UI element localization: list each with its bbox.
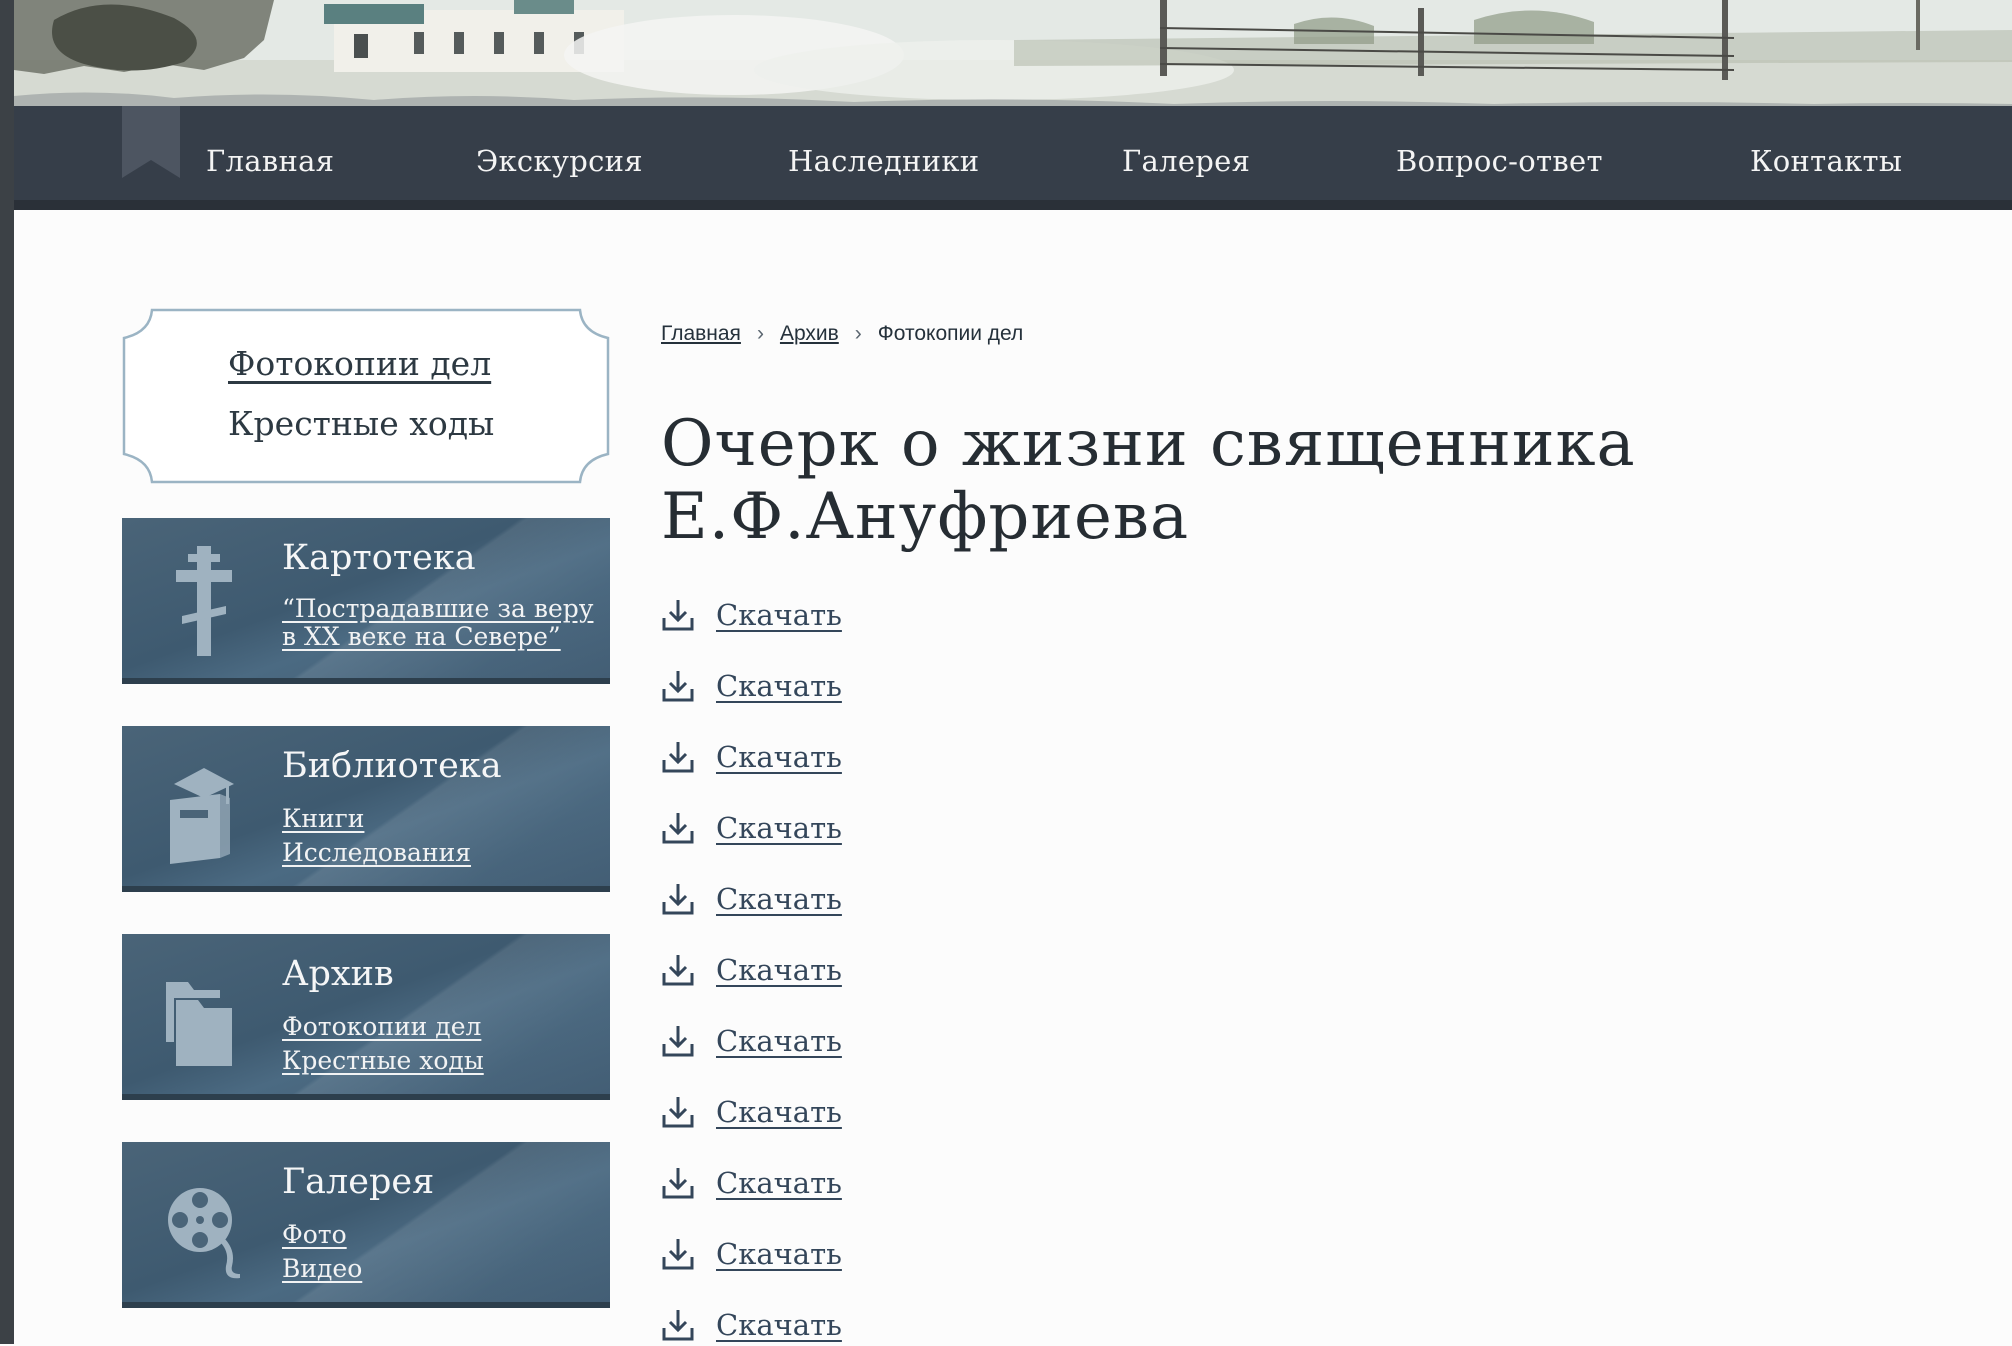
folders-icon — [166, 982, 232, 1066]
download-label: Скачать — [716, 598, 842, 632]
download-icon — [662, 955, 694, 986]
download-icon — [662, 742, 694, 773]
ornate-frame — [122, 308, 610, 484]
breadcrumb-separator: › — [854, 322, 862, 345]
download-icon — [662, 884, 694, 915]
download-label: Скачать — [716, 811, 842, 845]
download-label: Скачать — [716, 1237, 842, 1271]
download-label: Скачать — [716, 1166, 842, 1200]
card-title: Библиотека — [282, 746, 502, 786]
breadcrumb-separator: › — [756, 322, 764, 345]
card-link-photo[interactable]: Фото — [282, 1220, 347, 1249]
breadcrumb: Главная › Архив › Фотокопии дел — [661, 322, 1023, 346]
card-link-research[interactable]: Исследования — [282, 838, 471, 867]
download-icon — [662, 1239, 694, 1270]
card-archive: Архив Фотокопии дел Крестные ходы — [122, 934, 610, 1100]
main-navigation: Главная Экскурсия Наследники Галерея Воп… — [14, 106, 2012, 210]
card-title: Архив — [282, 954, 394, 994]
download-label: Скачать — [716, 882, 842, 916]
download-icon — [662, 1097, 694, 1128]
download-icon — [662, 1168, 694, 1199]
film-reel-icon — [168, 1188, 240, 1279]
window-edge — [0, 0, 14, 1344]
card-library: Библиотека Книги Исследования — [122, 726, 610, 892]
download-label: Скачать — [716, 669, 842, 703]
download-label: Скачать — [716, 1024, 842, 1058]
subnav-link-photocopies[interactable]: Фотокопии дел — [228, 344, 491, 383]
download-icon — [662, 600, 694, 631]
header-banner-image — [14, 0, 2012, 106]
breadcrumb-current: Фотокопии дел — [877, 322, 1024, 345]
download-icon — [662, 813, 694, 844]
download-label: Скачать — [716, 1095, 842, 1129]
download-icon — [662, 1310, 694, 1341]
subnav-link-processions[interactable]: Крестные ходы — [228, 404, 494, 443]
card-link-victims-2[interactable]: в XX веке на Севере” — [282, 622, 561, 651]
card-link-victims-1[interactable]: “Пострадавшие за веру — [282, 594, 593, 623]
nav-item-contacts[interactable]: Контакты — [1750, 144, 1902, 178]
page-title: Очерк о жизни священника Е.Ф.Ануфриева — [661, 407, 1636, 554]
card-link-processions[interactable]: Крестные ходы — [282, 1046, 484, 1075]
card-link-photocopies[interactable]: Фотокопии дел — [282, 1012, 481, 1041]
card-link-video[interactable]: Видео — [282, 1254, 362, 1283]
download-label: Скачать — [716, 740, 842, 774]
nav-item-excursion[interactable]: Экскурсия — [476, 144, 643, 178]
breadcrumb-link-archive[interactable]: Архив — [780, 322, 839, 345]
bookmark-ribbon-icon — [122, 106, 180, 178]
download-label: Скачать — [716, 1308, 842, 1342]
card-link-books[interactable]: Книги — [282, 804, 364, 833]
nav-item-heirs[interactable]: Наследники — [788, 144, 979, 178]
card-catalog: Картотека “Пострадавшие за веру в XX век… — [122, 518, 610, 684]
download-icon — [662, 671, 694, 702]
book-graduation-icon — [170, 768, 234, 864]
card-gallery: Галерея Фото Видео — [122, 1142, 610, 1308]
card-title: Галерея — [282, 1162, 435, 1202]
card-title: Картотека — [282, 538, 476, 578]
download-label: Скачать — [716, 953, 842, 987]
download-icon — [662, 1026, 694, 1057]
breadcrumb-link-home[interactable]: Главная — [661, 322, 741, 345]
orthodox-cross-icon — [176, 546, 232, 656]
nav-item-home[interactable]: Главная — [206, 144, 334, 178]
nav-item-gallery[interactable]: Галерея — [1122, 144, 1250, 178]
archive-subnav: Фотокопии дел Крестные ходы — [122, 308, 610, 484]
nav-item-faq[interactable]: Вопрос-ответ — [1396, 144, 1603, 178]
